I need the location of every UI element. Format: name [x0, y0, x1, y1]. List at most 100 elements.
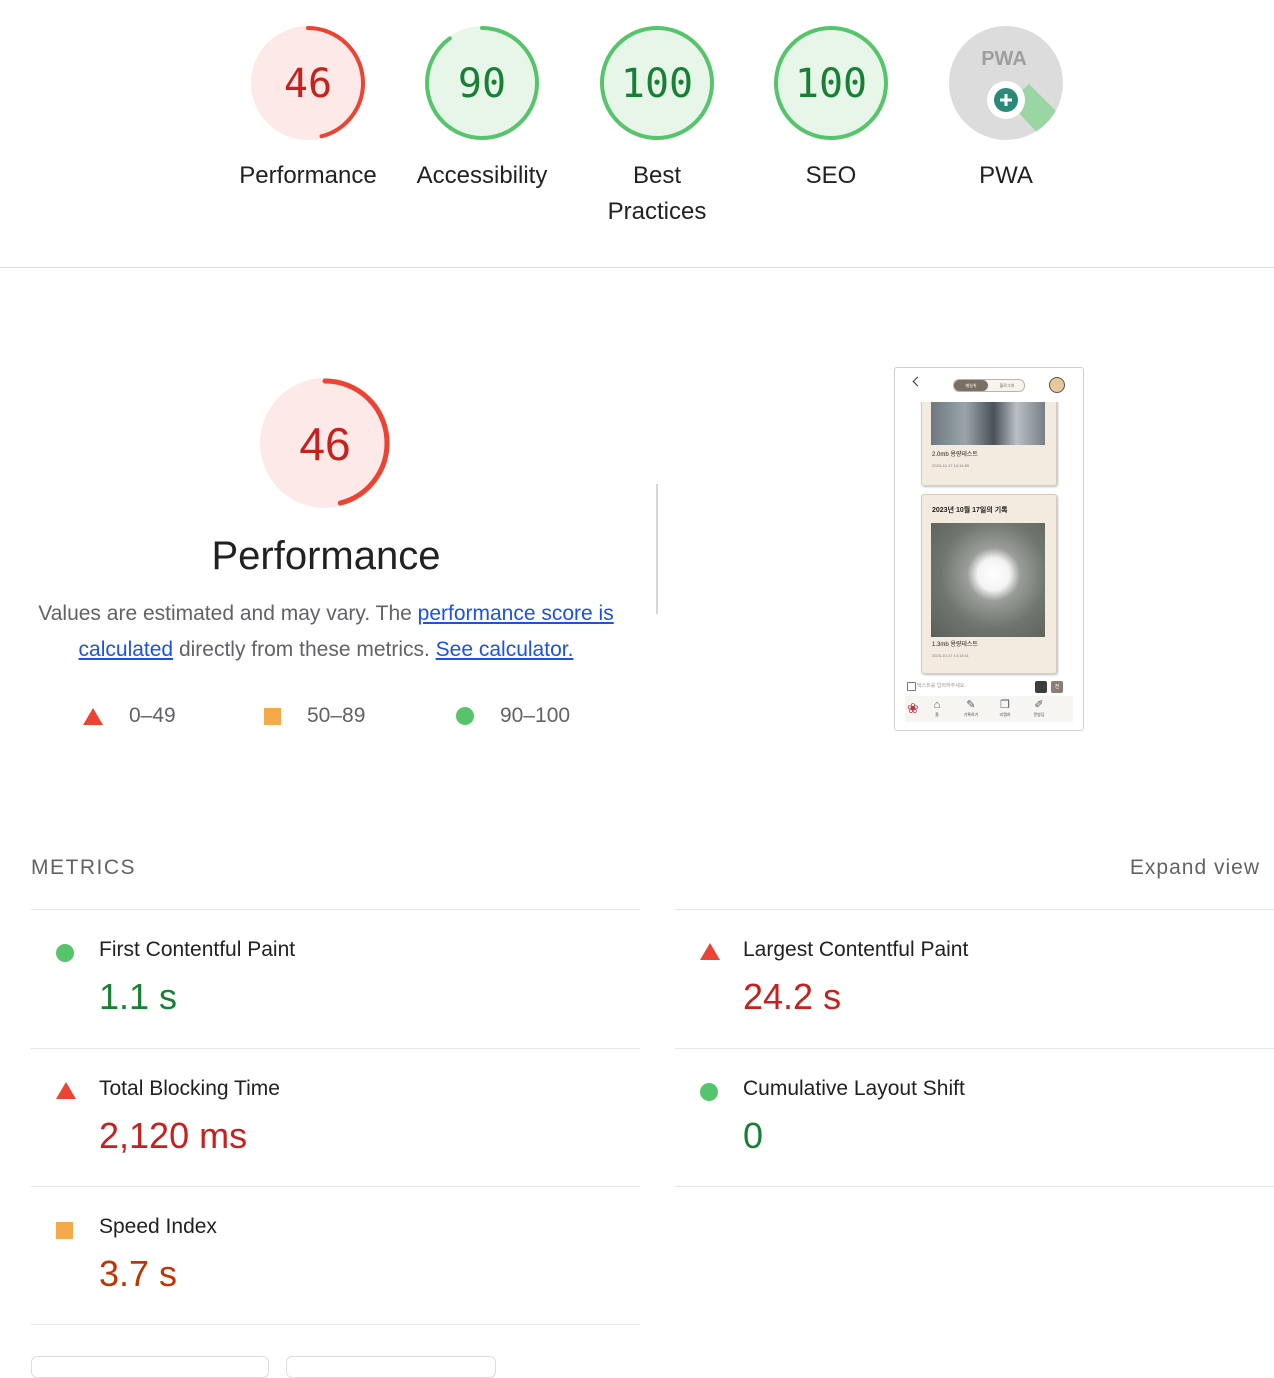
gauge-seo[interactable]: 100 SEO	[743, 24, 919, 194]
expand-view-button[interactable]: Expand view	[1130, 856, 1260, 880]
final-screenshot[interactable]: 메일쉬 블로그쉬 2.0mb 용량테스트 2023-10-17 14:14:59…	[894, 367, 1084, 731]
performance-gauge-large: 46	[258, 376, 392, 515]
legend-average-label: 50–89	[307, 704, 366, 727]
image-icon	[1035, 681, 1047, 693]
screenshot-input: 텍스트를 입력하주세요.	[917, 683, 966, 689]
performance-score: 46	[284, 61, 332, 107]
metric-name: Total Blocking Time	[99, 1077, 280, 1100]
pen-icon: ✐	[1034, 699, 1044, 711]
nav-label: 홈	[935, 712, 939, 717]
legend-average: 50–89	[264, 700, 365, 732]
nav-label: 문방답	[1033, 712, 1045, 717]
accessibility-score: 90	[458, 61, 506, 107]
flower-icon: ❀	[907, 700, 919, 716]
legend-pass-label: 90–100	[500, 704, 571, 727]
seo-gauge-ring: 100	[774, 26, 888, 140]
pass-circle-icon	[700, 1083, 718, 1101]
card-timestamp: 2023-10-17 14:14:59	[932, 463, 970, 468]
triangle-icon	[83, 707, 103, 725]
home-icon: ⌂	[933, 699, 941, 711]
header-divider	[0, 267, 1274, 268]
performance-gauge-ring: 46	[251, 26, 365, 140]
card-photo-dog	[931, 523, 1045, 637]
accessibility-gauge-ring: 90	[425, 26, 539, 140]
gauge-label-accessibility: Accessibility	[416, 162, 548, 189]
send-button: 전	[1051, 681, 1063, 693]
score-legend: 0–49 50–89 90–100	[0, 700, 652, 732]
gauge-accessibility[interactable]: 90 Accessibility	[394, 24, 570, 194]
average-square-icon	[56, 1222, 73, 1239]
card-timestamp: 2023-10-17 14:15:11	[932, 653, 969, 658]
performance-title: Performance	[211, 534, 441, 578]
gauge-label-performance: Performance	[239, 162, 377, 189]
card-caption: 2.0mb 용량테스트	[932, 452, 978, 458]
feed-card: 2023년 10월 17일의 기록 1.3mb 용량테스트 2023-10-17…	[921, 494, 1057, 674]
nav-item: ✎ 기록하기	[959, 698, 983, 718]
screenshot-bottom-nav: ❀ ⌂ 홈 ✎ 기록하기 ❐ 리캡하 ✐ 문방답	[905, 696, 1073, 722]
screenshot-feed: 2.0mb 용량테스트 2023-10-17 14:14:59 2023년 10…	[919, 402, 1059, 678]
metric-largest-contentful-paint[interactable]: Largest Contentful Paint 24.2 s	[675, 909, 1274, 1048]
write-icon: ✎	[966, 699, 976, 711]
gauge-performance[interactable]: 46 Performance	[220, 24, 396, 194]
gauge-pwa[interactable]: PWA PWA	[918, 24, 1094, 194]
perf-desc-middle: directly from these metrics.	[173, 638, 436, 661]
metric-cumulative-layout-shift[interactable]: Cumulative Layout Shift 0	[675, 1048, 1274, 1187]
card-photo	[931, 402, 1045, 445]
best-practices-gauge-ring: 100	[600, 26, 714, 140]
square-icon	[264, 707, 281, 725]
fail-triangle-icon	[700, 943, 720, 960]
metrics-divider	[675, 1186, 1274, 1187]
metric-value: 24.2 s	[743, 976, 842, 1017]
metric-value: 2,120 ms	[99, 1115, 248, 1156]
fail-triangle-icon	[56, 1082, 76, 1099]
nav-item: ✐ 문방답	[1027, 698, 1051, 718]
audit-filter-button[interactable]	[31, 1356, 269, 1378]
category-gauges: 46 Performance 90 Accessibility 100 Best…	[0, 0, 1274, 267]
metric-speed-index[interactable]: Speed Index 3.7 s	[31, 1186, 640, 1325]
metric-name: First Contentful Paint	[99, 938, 296, 961]
best-practices-score: 100	[621, 61, 693, 107]
toggle-inactive: 블로그쉬	[999, 383, 1015, 388]
performance-large-score: 46	[299, 418, 350, 470]
nav-item: ⌂ 홈	[925, 698, 949, 718]
screenshot-input-bar: 텍스트를 입력하주세요. 전	[905, 680, 1071, 693]
perf-desc-prefix: Values are estimated and may vary. The	[38, 602, 418, 625]
recap-icon: ❐	[1000, 699, 1010, 711]
metric-total-blocking-time[interactable]: Total Blocking Time 2,120 ms	[31, 1048, 640, 1187]
audit-filter-button[interactable]	[286, 1356, 496, 1378]
metric-value: 1.1 s	[99, 976, 178, 1017]
toggle-active: 메일쉬	[954, 380, 988, 391]
performance-large-ring: 46	[260, 378, 390, 508]
see-calculator-link[interactable]: See calculator.	[436, 638, 574, 661]
nav-item: ❐ 리캡하	[993, 698, 1017, 718]
seo-score: 100	[795, 61, 867, 107]
metric-name: Largest Contentful Paint	[743, 938, 969, 961]
feed-card: 2.0mb 용량테스트 2023-10-17 14:14:59	[921, 402, 1057, 486]
metrics-bottom-divider	[31, 1324, 640, 1325]
pwa-badge-icon: PWA	[949, 26, 1063, 140]
card-header: 2023년 10월 17일의 기록	[932, 507, 1008, 514]
legend-fail: 0–49	[83, 700, 176, 732]
metric-name: Cumulative Layout Shift	[743, 1077, 965, 1100]
pwa-badge-text: PWA	[981, 48, 1027, 70]
legend-fail-label: 0–49	[129, 704, 176, 727]
nav-label: 기록하기	[963, 712, 979, 717]
metric-value: 0	[743, 1115, 764, 1156]
camera-icon	[907, 682, 916, 691]
screenshot-toggle: 메일쉬 블로그쉬	[953, 379, 1025, 392]
vertical-divider	[656, 484, 658, 614]
gauge-label-best-practices: Best Practices	[607, 162, 707, 225]
gauge-label-seo: SEO	[805, 162, 857, 189]
nav-label: 리캡하	[999, 712, 1011, 717]
metric-value: 3.7 s	[99, 1253, 178, 1294]
avatar	[1049, 377, 1065, 393]
legend-pass: 90–100	[456, 700, 570, 732]
back-arrow-icon	[912, 376, 923, 387]
metric-name: Speed Index	[99, 1215, 217, 1238]
circle-icon	[456, 707, 474, 725]
card-caption: 1.3mb 용량테스트	[932, 642, 978, 648]
metric-first-contentful-paint[interactable]: First Contentful Paint 1.1 s	[31, 909, 640, 1048]
performance-description: Values are estimated and may vary. The p…	[30, 596, 622, 668]
pass-circle-icon	[56, 944, 74, 962]
gauge-best-practices[interactable]: 100 Best Practices	[569, 24, 745, 230]
